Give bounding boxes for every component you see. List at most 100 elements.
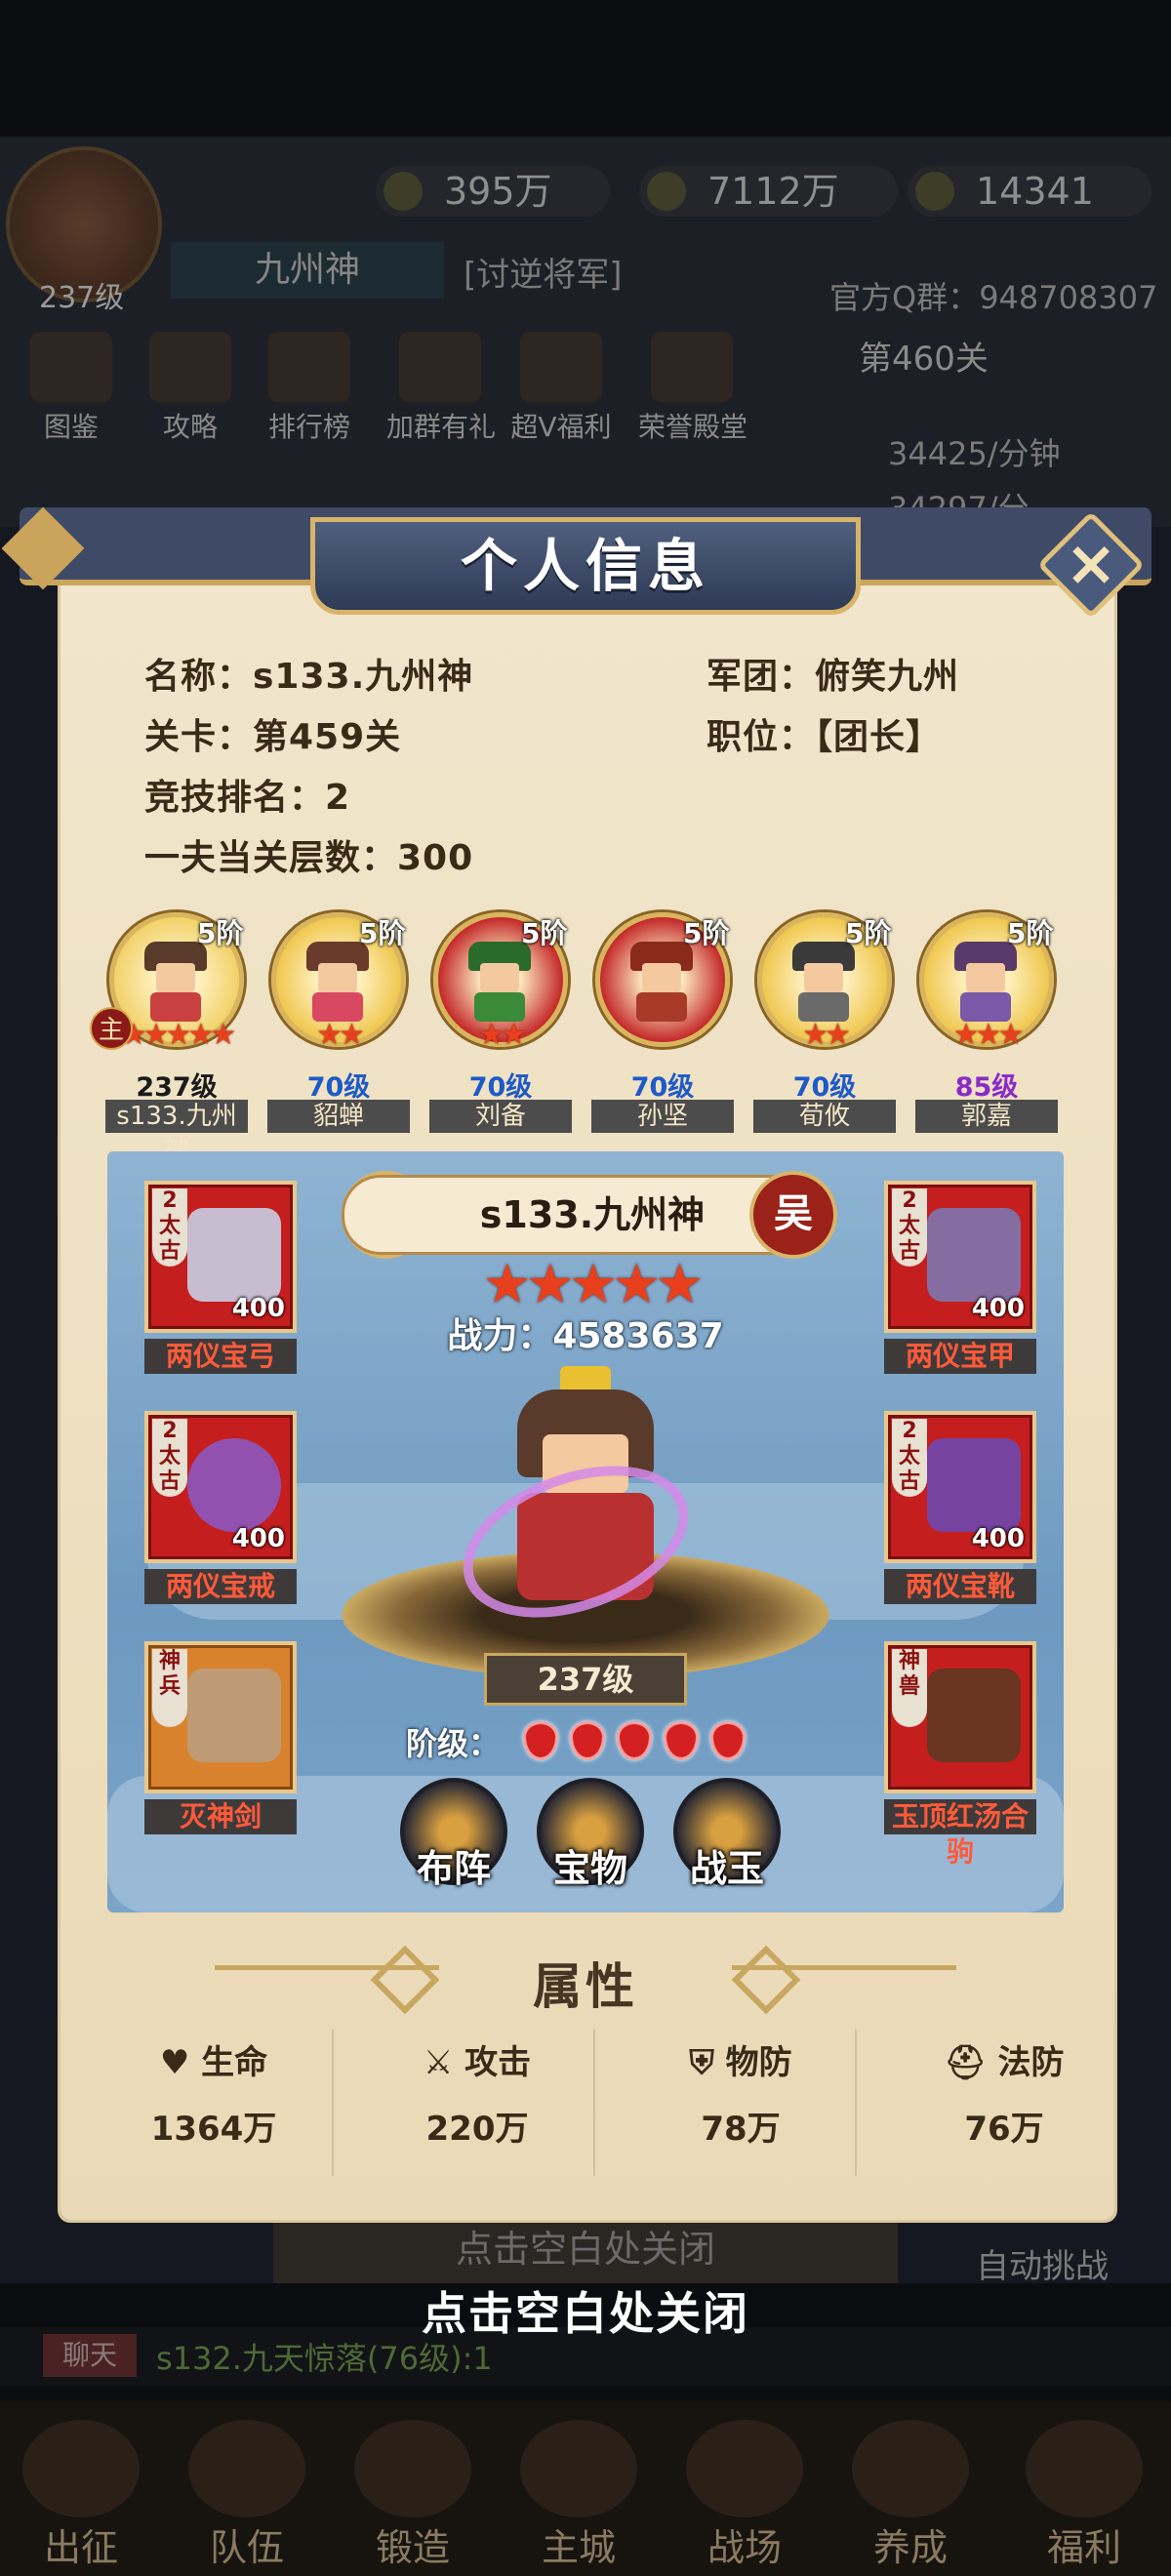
equipment-tier-tag: 2太古 [152,1419,187,1497]
hero-grade: 5阶 [1007,917,1054,949]
menu-item: 图鉴 [18,332,125,443]
equipment-tier-tag: 神兵 [152,1649,187,1727]
menu-item: 加群有礼 [386,332,496,443]
menu-item: 超V福利 [507,332,615,443]
hero-name: 貂蝉 [267,1100,410,1133]
income-rate: 34425/分钟 [888,435,1061,472]
panel-title: 个人信息 [460,533,710,599]
equipment-slot[interactable]: 2太古 400 [144,1411,297,1563]
player-name: 九州神 [171,242,444,299]
hero-grade: 5阶 [845,917,892,949]
hero-grade: 5阶 [521,917,568,949]
attribute-physical-defense: ⛨ 物防 78万 [689,2043,792,2149]
helmet-icon: ⛑ [944,2043,998,2082]
hero-slot[interactable]: 5阶 ★★★ [913,912,1060,1088]
menu-item: 排行榜 [256,332,363,443]
player-rank: [讨逆将军] [464,256,623,295]
close-icon: × [1065,528,1117,600]
hero-slot[interactable]: 5阶 ★★ [427,912,574,1088]
attribute-hp: ♥ 生命 1364万 [150,2043,277,2149]
hero-grade: 5阶 [359,917,406,949]
close-button[interactable]: × [1036,510,1146,620]
hero-avatar [792,942,855,1022]
panel-title-plate: 个人信息 [310,517,861,615]
equipment-slot[interactable]: 神兵 [144,1641,297,1793]
hero-grade: 5阶 [683,917,730,949]
equipment-slot[interactable]: 2太古 400 [884,1181,1036,1333]
hero-name: s133.九州神 [105,1100,248,1164]
faction-badge: 吴 [749,1171,837,1259]
hero-level: 237级 [484,1653,687,1706]
gold-ingot-icon [915,172,954,211]
equipment-level: 400 [971,1294,1025,1323]
war-jade-button[interactable]: 战玉 [673,1778,781,1890]
hero-slot[interactable]: 5阶 ★★ [751,912,898,1088]
tab-item: 战场 [671,2420,818,2576]
tab-item: 福利 [1011,2420,1157,2576]
equipment-slot[interactable]: 2太古 400 [884,1411,1036,1563]
attribute-divider [593,2030,595,2176]
hero-level: 85级 [954,1072,1019,1103]
boots-icon [927,1438,1021,1532]
formation-button[interactable]: 布阵 [400,1778,507,1890]
exp-resource: 395万 [376,166,610,217]
tab-item: 主城 [505,2420,652,2576]
hero-slot[interactable]: 5阶 [589,912,736,1088]
equipment-name: 灭神剑 [144,1799,297,1834]
hero-avatar [468,942,531,1022]
equipment-level: 400 [231,1524,285,1553]
position-line: 职位：【团长】 [707,717,943,757]
horse-icon [927,1669,1021,1762]
armor-icon: ⛨ [689,2043,726,2082]
player-name-line: 名称：s133.九州神 [144,657,474,697]
attribute-attack: ⚔ 攻击 220万 [423,2043,532,2149]
tab-item: 队伍 [174,2420,320,2576]
hero-name: s133.九州神 [479,1193,706,1236]
hero-level: 70级 [630,1072,695,1103]
equipment-slot[interactable]: 2太古 400 [144,1181,297,1333]
combat-power: 战力：4583637 [447,1316,724,1356]
tab-item: 养成 [837,2420,984,2576]
equipment-tier-tag: 2太古 [892,1419,927,1497]
legion-line: 军团：俯笑九州 [707,657,960,697]
equipment-name: 两仪宝戒 [144,1569,297,1604]
hero-level: 70级 [792,1072,857,1103]
hero-level: 237级 [136,1072,218,1103]
heart-icon: ♥ [159,2043,202,2082]
equipment-tier-tag: 神兽 [892,1649,927,1727]
hero-level: 70级 [468,1072,533,1103]
attribute-divider [855,2030,857,2176]
gold-resource: 14341 [908,166,1151,217]
player-level: 237级 [39,281,125,315]
equipment-slot[interactable]: 神兽 [884,1641,1036,1793]
armor-icon [927,1208,1021,1302]
hero-slot[interactable]: 5阶 ★★ [265,912,412,1088]
attribute-divider [332,2030,334,2176]
hero-name: 刘备 [429,1100,572,1133]
stage-label: 第460关 [859,340,989,379]
close-hint[interactable]: 点击空白处关闭 [0,2278,1171,2343]
crossed-swords-icon: ⚔ [423,2043,465,2082]
hero-avatar [630,942,693,1022]
equipment-name: 两仪宝弓 [144,1339,297,1374]
tab-item: 出征 [8,2420,154,2576]
coin-icon [647,172,686,211]
hero-grade: 5阶 [197,917,244,949]
hero-name: 孙坚 [591,1100,734,1133]
attribute-magic-defense: ⛑ 法防 76万 [944,2043,1065,2149]
hero-slot[interactable]: 5阶 ★★★★★ [103,912,250,1088]
equipment-level: 400 [231,1294,285,1323]
ring-icon [187,1438,281,1532]
equipment-name: 玉顶红汤合驹 [884,1799,1036,1868]
hero-name: 郭嘉 [915,1100,1058,1133]
equipment-name: 两仪宝靴 [884,1569,1036,1604]
tab-item: 锻造 [340,2420,486,2576]
hero-avatar [306,942,369,1022]
tier-label: 阶级： [406,1725,501,1762]
tower-floor-line: 一夫当关层数：300 [144,838,474,878]
hero-level: 70级 [306,1072,371,1103]
treasure-button[interactable]: 宝物 [537,1778,644,1890]
equipment-tier-tag: 2太古 [892,1188,927,1267]
menu-item: 攻略 [137,332,244,443]
hero-stars: ★★ [478,1018,527,1052]
